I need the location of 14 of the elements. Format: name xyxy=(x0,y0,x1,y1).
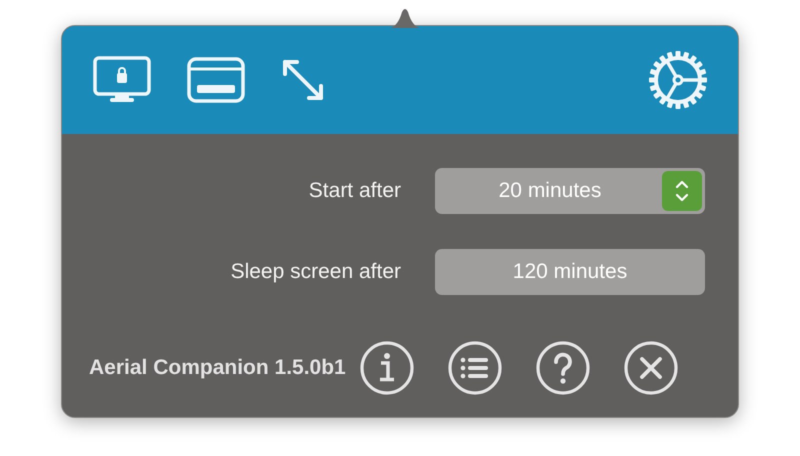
setting-label: Start after xyxy=(308,179,401,203)
info-icon[interactable] xyxy=(360,341,414,395)
card-icon[interactable] xyxy=(187,57,245,103)
expand-icon[interactable] xyxy=(281,58,325,102)
monitor-lock-icon[interactable] xyxy=(93,56,151,104)
input-field[interactable]: 120 minutes xyxy=(435,249,705,295)
list-icon[interactable] xyxy=(448,341,502,395)
setting-label: Sleep screen after xyxy=(230,260,401,284)
close-icon[interactable] xyxy=(624,341,678,395)
popup-button[interactable]: 20 minutes xyxy=(435,168,705,214)
help-icon[interactable] xyxy=(536,341,590,395)
app-version-label: Aerial Companion 1.5.0b1 xyxy=(89,356,346,380)
settings-icon[interactable] xyxy=(648,50,708,110)
stepper-icon[interactable] xyxy=(662,171,702,211)
